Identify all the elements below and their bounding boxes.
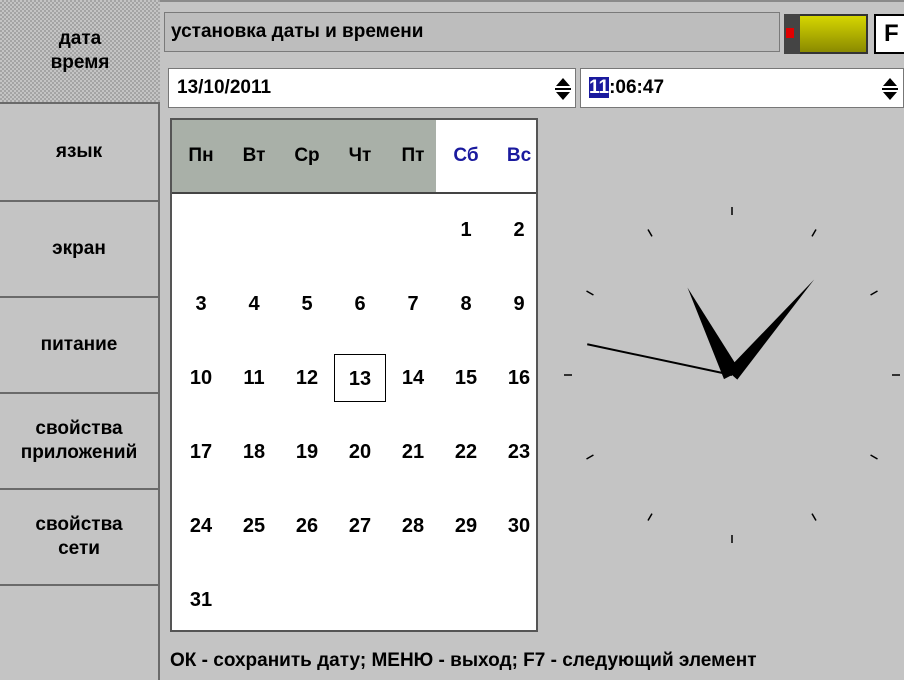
sidebar-filler — [0, 586, 160, 680]
calendar-day[interactable]: 26 — [281, 502, 333, 550]
analog-clock — [564, 207, 900, 543]
battery-low-marker — [786, 28, 794, 38]
weekday-label: Ср — [294, 145, 320, 166]
date-input[interactable]: 13/10/2011 — [168, 68, 576, 108]
sidebar-item-network-properties[interactable]: свойства сети — [0, 490, 160, 586]
clock-tick — [647, 229, 653, 237]
sidebar-item-label: сети — [58, 538, 100, 559]
sidebar-item-label: свойства — [35, 418, 123, 439]
weekday-label: Вс — [506, 145, 532, 166]
sidebar-item-label: приложений — [20, 442, 138, 463]
sidebar-item-screen[interactable]: экран — [0, 202, 160, 298]
clock-tick — [586, 290, 594, 296]
time-hour-segment[interactable]: 11 — [589, 77, 610, 98]
clock-tick — [870, 454, 878, 460]
calendar-day[interactable]: 12 — [281, 354, 333, 402]
calendar-weekday-header: Пн Вт Ср Чт Пт Сб Вс — [172, 120, 536, 194]
sidebar-item-label: свойства — [35, 514, 123, 535]
calendar-day[interactable]: 20 — [334, 428, 386, 476]
sidebar-item-app-properties[interactable]: свойства приложений — [0, 394, 160, 490]
clock-tick — [811, 229, 817, 237]
weekday-label: Пн — [188, 145, 214, 166]
calendar-day[interactable]: 30 — [493, 502, 545, 550]
clock-tick — [870, 290, 878, 296]
calendar-day-selected[interactable]: 13 — [334, 354, 386, 402]
calendar-day[interactable]: 18 — [228, 428, 280, 476]
calendar-day[interactable]: 23 — [493, 428, 545, 476]
calendar-day[interactable]: 9 — [493, 280, 545, 328]
calendar-day[interactable]: 25 — [228, 502, 280, 550]
clock-second-hand — [587, 343, 733, 376]
calendar-day[interactable]: 6 — [334, 280, 386, 328]
calendar-day[interactable]: 24 — [175, 502, 227, 550]
time-rest-segment[interactable]: :06:47 — [609, 77, 664, 98]
sidebar-item-datetime[interactable]: дата время — [0, 0, 160, 104]
weekday-label: Вт — [242, 145, 266, 166]
calendar-day[interactable]: 8 — [440, 280, 492, 328]
calendar-day[interactable]: 27 — [334, 502, 386, 550]
sidebar-item-language[interactable]: язык — [0, 104, 160, 202]
calendar-day[interactable]: 4 — [228, 280, 280, 328]
calendar-day[interactable]: 15 — [440, 354, 492, 402]
spin-up-icon[interactable] — [883, 78, 897, 86]
settings-sidebar: дата время язык экран питание свойства при… — [0, 0, 160, 680]
calendar: Пн Вт Ср Чт Пт Сб Вс 1 2 3 4 5 6 7 8 9 10 11 12 13 14 15 16 17… — [170, 118, 538, 632]
calendar-day[interactable]: 3 — [175, 280, 227, 328]
sidebar-item-label: питание — [40, 334, 118, 355]
calendar-day[interactable]: 11 — [228, 354, 280, 402]
page-title: установка даты и времени — [164, 12, 780, 52]
clock-tick — [811, 513, 817, 521]
calendar-day[interactable]: 17 — [175, 428, 227, 476]
calendar-day[interactable]: 19 — [281, 428, 333, 476]
time-input[interactable]: 11:06:47 — [580, 68, 904, 108]
spin-down-icon[interactable] — [883, 92, 897, 100]
calendar-day[interactable]: 14 — [387, 354, 439, 402]
clock-tick — [586, 454, 594, 460]
calendar-day[interactable]: 22 — [440, 428, 492, 476]
calendar-day[interactable]: 31 — [175, 576, 227, 624]
battery-icon — [784, 14, 868, 54]
sidebar-item-label: язык — [55, 141, 103, 162]
calendar-day[interactable]: 10 — [175, 354, 227, 402]
weekday-label: Чт — [348, 145, 372, 166]
spin-up-icon[interactable] — [556, 78, 570, 86]
weekday-label: Сб — [453, 145, 479, 166]
sidebar-item-label: время — [50, 52, 110, 73]
sidebar-item-power[interactable]: питание — [0, 298, 160, 394]
time-spinner-icon[interactable] — [880, 76, 900, 102]
sidebar-item-label: экран — [52, 238, 106, 259]
calendar-day[interactable]: 28 — [387, 502, 439, 550]
function-key-button[interactable]: F — [874, 14, 904, 54]
sidebar-item-label: дата — [58, 28, 102, 49]
calendar-day[interactable]: 29 — [440, 502, 492, 550]
clock-tick — [647, 513, 653, 521]
calendar-day[interactable]: 21 — [387, 428, 439, 476]
calendar-day[interactable]: 16 — [493, 354, 545, 402]
date-spinner-icon[interactable] — [553, 76, 573, 102]
calendar-day[interactable]: 5 — [281, 280, 333, 328]
weekday-label: Пт — [401, 145, 425, 166]
title-bar: установка даты и времени F — [160, 0, 904, 58]
spin-down-icon[interactable] — [556, 92, 570, 100]
calendar-day[interactable]: 1 — [440, 206, 492, 254]
calendar-day[interactable]: 7 — [387, 280, 439, 328]
status-hint: ОК - сохранить дату; МЕНЮ - выход; F7 - … — [170, 650, 757, 671]
calendar-day[interactable]: 2 — [493, 206, 545, 254]
clock-minute-hand — [726, 279, 815, 380]
